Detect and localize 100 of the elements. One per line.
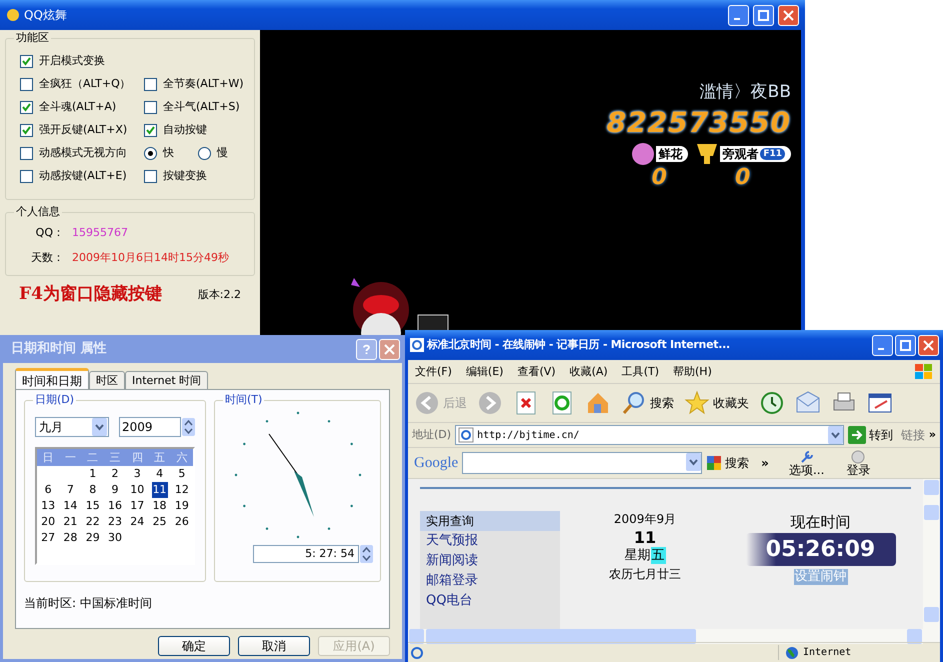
calendar-day[interactable]: 4 [155,466,164,482]
google-logo: Google [414,454,458,473]
calendar-day[interactable]: 20 [40,514,56,530]
close-button[interactable] [778,4,799,26]
checkbox[interactable] [20,170,33,183]
close-button[interactable] [379,338,400,360]
address-label: 地址(D) [412,426,452,443]
chevron-button[interactable]: » [761,454,769,472]
checkbox[interactable] [144,78,157,91]
calendar-day[interactable]: 11 [152,482,168,498]
menu-item[interactable]: 帮助(H) [666,362,719,382]
calendar-day[interactable]: 24 [129,514,146,530]
radio-label: 慢 [217,145,228,162]
menu-item[interactable]: 查看(V) [510,362,563,382]
checkbox[interactable] [20,55,33,68]
calendar-day[interactable]: 7 [66,482,75,498]
calendar-day[interactable]: 8 [88,482,98,498]
checkbox[interactable] [20,124,33,137]
maximize-icon [900,340,911,350]
menu-item[interactable]: 收藏(A) [562,362,615,382]
calendar-day[interactable]: 18 [152,498,168,514]
search-button[interactable]: 搜索 [619,390,676,416]
close-button[interactable] [918,334,939,356]
weekday-header: 五 [153,450,166,466]
calendar-day[interactable]: 2 [110,466,120,482]
links-label[interactable]: 链接 [900,426,925,444]
weekday-header: 四 [130,450,144,466]
tab[interactable]: 时间和日期 [15,368,89,389]
calendar-day[interactable]: 10 [129,482,146,498]
sidebar-link[interactable]: QQ电台 [420,591,560,611]
weekday-header: 六 [175,450,188,466]
calendar-day[interactable]: 22 [84,514,101,530]
calendar-day[interactable]: 23 [106,514,123,530]
checkbox[interactable] [144,170,157,183]
calendar-day[interactable]: 12 [174,482,190,498]
time-field[interactable]: 5: 27: 54 [252,545,358,563]
calendar-day[interactable]: 13 [40,498,56,514]
checkbox[interactable] [20,78,33,91]
calendar-day[interactable]: 14 [62,498,78,514]
options-button[interactable]: 选项... [788,450,824,476]
dialog-button[interactable]: 取消 [238,636,310,656]
window-title: 标准北京时间 - 在线闹钟 - 记事日历 - Microsoft Internet... [427,336,731,353]
help-button[interactable] [356,338,377,360]
maximize-button[interactable] [753,4,774,26]
calendar-day[interactable]: 5 [177,466,186,482]
google-search-field[interactable] [462,452,702,474]
sidebar-link[interactable]: 邮箱登录 [420,571,560,591]
checkbox[interactable] [20,101,33,114]
group-legend: 功能区 [14,31,51,45]
group-legend: 日期(D) [33,393,76,407]
calendar-day[interactable]: 15 [84,498,101,514]
dialog-button[interactable]: 确定 [158,636,230,656]
calendar-day[interactable]: 6 [44,482,53,498]
calendar-day[interactable]: 19 [174,498,190,514]
menu-item[interactable]: 工具(T) [614,362,666,382]
sidebar-link[interactable]: 新闻阅读 [420,551,560,571]
address-field[interactable]: http://bjtime.cn/ [455,425,844,445]
checkbox[interactable] [144,124,157,137]
month-dropdown[interactable]: 九月 [35,417,109,437]
tab[interactable]: 时区 [89,371,125,389]
calendar-day[interactable]: 21 [62,514,78,530]
horizontal-scrollbar[interactable] [408,629,923,644]
calendar-day[interactable]: 29 [84,530,101,546]
radio-button[interactable] [198,147,211,160]
checkbox[interactable] [144,101,157,114]
vertical-scrollbar[interactable] [923,479,940,642]
minimize-button[interactable] [728,4,749,26]
go-button[interactable]: 转到 [848,426,893,444]
menu-item[interactable]: 文件(F) [408,362,459,382]
sidebar-link[interactable]: 天气预报 [420,531,560,551]
year-field[interactable]: 2009 [119,417,181,437]
login-button[interactable]: 登录 [846,450,870,476]
zone-label: Internet [803,646,852,660]
checkbox-label: 全节奏(ALT+W) [163,76,244,92]
tab[interactable]: Internet 时间 [125,371,208,389]
calendar-day[interactable]: 17 [129,498,146,514]
calendar-day[interactable]: 30 [106,530,123,546]
calendar-day[interactable]: 1 [88,466,98,482]
spin-arrows-icon[interactable] [360,545,372,563]
sidebar-heading: 实用查询 [420,511,560,531]
calendar-day[interactable]: 25 [152,514,168,530]
calendar-day[interactable]: 28 [62,530,78,546]
chevron-button[interactable]: » [928,426,936,444]
checkbox[interactable] [20,147,33,160]
favorites-button[interactable]: 收藏夹 [682,390,751,416]
menu-item[interactable]: 编辑(E) [458,362,510,382]
radio-label: 快 [163,145,174,162]
google-search-button[interactable]: 搜索 [706,454,750,472]
maximize-button[interactable] [895,334,916,356]
minimize-button[interactable] [872,334,893,356]
calendar-day[interactable]: 27 [40,530,56,546]
calendar-day[interactable]: 26 [174,514,190,530]
radio-button[interactable] [144,147,157,160]
weekday-label: 星期 [624,547,650,564]
spin-arrows-icon[interactable] [182,418,195,436]
globe-icon [785,646,799,660]
calendar-day[interactable]: 16 [106,498,123,514]
calendar-day[interactable]: 9 [110,482,120,498]
calendar-day[interactable]: 3 [132,466,142,482]
weekday-header: 日 [42,450,55,466]
